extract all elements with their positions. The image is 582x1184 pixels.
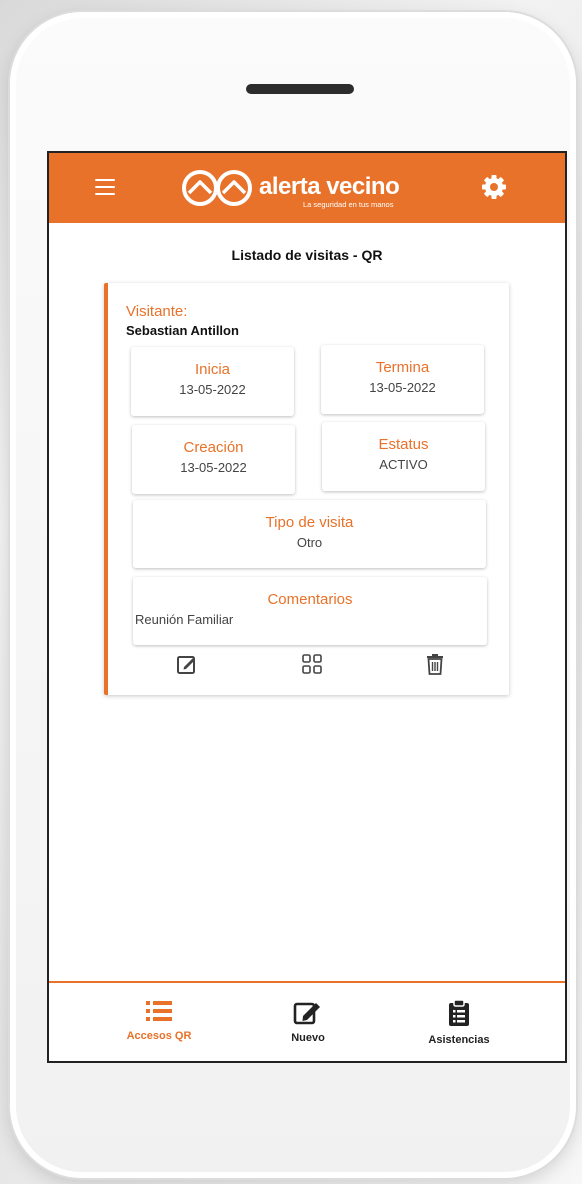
qr-grid-icon[interactable] xyxy=(301,653,323,675)
visitor-label: Visitante: xyxy=(126,303,188,320)
gear-icon[interactable] xyxy=(481,174,507,200)
start-date-label: Inicia xyxy=(194,361,231,378)
brand-name: alerta vecino xyxy=(259,173,400,200)
edit-square-icon xyxy=(293,1002,320,1025)
start-date-value: 13-05-2022 xyxy=(179,382,246,397)
end-date-box: Termina 13-05-2022 xyxy=(321,345,484,414)
edit-icon[interactable] xyxy=(176,653,198,675)
logo-mark-icon xyxy=(182,170,252,206)
app-header: alerta vecino La seguridad en tus manos xyxy=(49,153,565,223)
nav-item-accesos-qr[interactable]: Accesos QR xyxy=(99,999,219,1042)
list-icon xyxy=(146,1001,172,1021)
page-title: Listado de visitas - QR xyxy=(231,247,383,263)
trash-icon[interactable] xyxy=(424,653,446,675)
visit-type-value: Otro xyxy=(296,535,323,550)
card-actions xyxy=(108,653,509,681)
visit-type-box: Tipo de visita Otro xyxy=(133,500,486,568)
nav-label-asistencias: Asistencias xyxy=(428,1034,490,1046)
clipboard-icon xyxy=(449,999,469,1026)
app-screen: alerta vecino La seguridad en tus manos … xyxy=(47,151,567,1063)
end-date-value: 13-05-2022 xyxy=(369,380,436,395)
comments-box: Comentarios Reunión Familiar xyxy=(133,577,487,645)
brand-tagline: La seguridad en tus manos xyxy=(303,200,394,209)
nav-item-nuevo[interactable]: Nuevo xyxy=(248,999,368,1044)
created-date-value: 13-05-2022 xyxy=(180,460,247,475)
phone-frame: alerta vecino La seguridad en tus manos … xyxy=(10,12,576,1178)
start-date-box: Inicia 13-05-2022 xyxy=(131,347,294,416)
menu-icon[interactable] xyxy=(95,179,115,195)
nav-item-asistencias[interactable]: Asistencias xyxy=(399,999,519,1046)
nav-label-nuevo: Nuevo xyxy=(291,1032,325,1044)
visitor-name: Sebastian Antillon xyxy=(126,323,239,338)
status-value: ACTIVO xyxy=(379,457,428,472)
visit-type-label: Tipo de visita xyxy=(265,514,354,531)
nav-label-accesos-qr: Accesos QR xyxy=(126,1030,192,1042)
bottom-nav-divider xyxy=(49,981,565,983)
status-box: Estatus ACTIVO xyxy=(322,422,485,491)
comments-label: Comentarios xyxy=(267,591,353,608)
phone-speaker xyxy=(246,84,354,94)
comments-value: Reunión Familiar xyxy=(135,612,234,627)
created-date-box: Creación 13-05-2022 xyxy=(132,425,295,494)
visit-card: Visitante: Sebastian Antillon Inicia 13-… xyxy=(104,283,509,695)
created-date-label: Creación xyxy=(183,439,244,456)
status-label: Estatus xyxy=(378,436,429,453)
end-date-label: Termina xyxy=(375,359,430,376)
